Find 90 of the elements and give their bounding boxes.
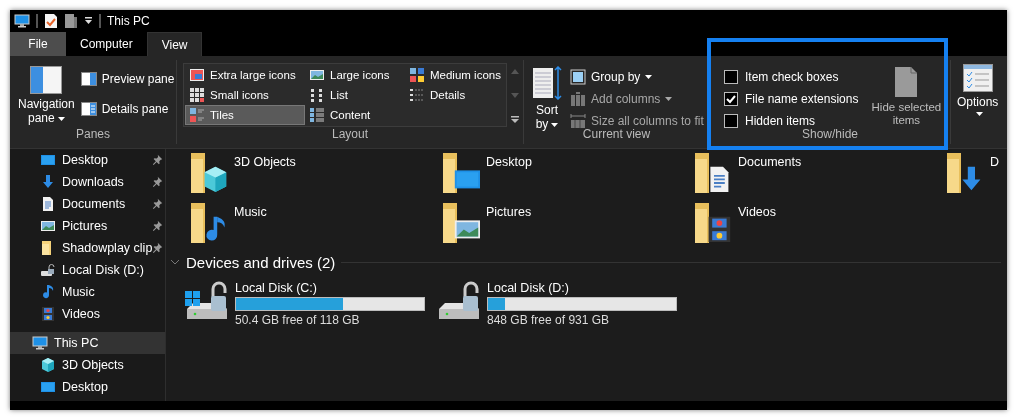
resize-columns-icon bbox=[570, 113, 586, 129]
nav-item[interactable]: Videos bbox=[10, 303, 165, 325]
layout-option[interactable]: Content bbox=[305, 105, 405, 125]
layout-icon bbox=[409, 87, 425, 103]
sort-icon bbox=[532, 66, 562, 100]
folder-name[interactable]: Desktop bbox=[486, 155, 532, 169]
dropdown-icon[interactable] bbox=[84, 16, 93, 26]
pin-icon[interactable] bbox=[151, 220, 163, 232]
picture-icon bbox=[40, 218, 56, 234]
layout-option[interactable]: Medium icons bbox=[405, 65, 505, 85]
checkbox-label: File name extensions bbox=[745, 92, 859, 106]
pin-icon[interactable] bbox=[151, 198, 163, 210]
columns-icon bbox=[570, 91, 586, 107]
group-label: Show/hide bbox=[800, 126, 859, 143]
drive-name[interactable]: Local Disk (C:) bbox=[235, 281, 425, 295]
nav-item[interactable]: Pictures bbox=[10, 215, 165, 237]
free-space: 50.4 GB free of 118 GB bbox=[235, 313, 361, 327]
layout-icon bbox=[309, 67, 325, 83]
caret-icon bbox=[551, 122, 559, 127]
nav-item[interactable]: Desktop bbox=[10, 149, 165, 171]
nav-item[interactable]: Documents bbox=[10, 193, 165, 215]
chevron-icon[interactable] bbox=[170, 259, 180, 265]
pin-icon[interactable] bbox=[151, 176, 163, 188]
layout-option[interactable]: Extra large icons bbox=[185, 65, 305, 85]
nav-item[interactable]: This PC bbox=[10, 332, 165, 354]
layout-icon bbox=[189, 67, 205, 83]
group-label: Current view bbox=[581, 126, 652, 143]
desktop-icon bbox=[40, 152, 56, 168]
folder-name[interactable]: 3D Objects bbox=[234, 155, 296, 169]
group-header[interactable]: Devices and drives (2) bbox=[186, 253, 336, 271]
ribbon-button[interactable]: Group by bbox=[570, 69, 704, 85]
folder-name[interactable]: Pictures bbox=[486, 205, 532, 219]
layout-icon bbox=[189, 87, 205, 103]
layout-icon bbox=[189, 107, 205, 123]
folder-name[interactable]: Videos bbox=[738, 205, 776, 219]
nav-item[interactable]: Desktop bbox=[10, 376, 165, 398]
details-pane-button[interactable]: Details pane bbox=[80, 102, 175, 116]
layout-option[interactable]: Large icons bbox=[305, 65, 405, 85]
window-title: This PC bbox=[107, 14, 150, 28]
options-button[interactable]: Options bbox=[955, 60, 1001, 116]
group-label: Panes bbox=[75, 126, 111, 143]
layout-icon bbox=[309, 87, 325, 103]
pin-icon[interactable] bbox=[151, 154, 163, 166]
caret-icon bbox=[57, 116, 65, 121]
layout-icon bbox=[409, 67, 425, 83]
monitor-icon[interactable] bbox=[14, 13, 30, 29]
preview-pane-button[interactable]: Preview pane bbox=[80, 72, 175, 86]
film-icon bbox=[40, 306, 56, 322]
layout-option[interactable]: List bbox=[305, 85, 405, 105]
cube-icon bbox=[40, 357, 56, 373]
caret-icon bbox=[975, 112, 983, 116]
checkbox[interactable] bbox=[724, 70, 738, 84]
page-icon bbox=[894, 66, 919, 98]
pane-layout-icon bbox=[30, 66, 63, 94]
group-label: Layout bbox=[331, 126, 369, 143]
checklist-icon[interactable] bbox=[44, 13, 58, 29]
layout-option[interactable]: Details bbox=[405, 85, 505, 105]
pin-icon[interactable] bbox=[151, 242, 163, 254]
checkbox-label: Item check boxes bbox=[745, 70, 839, 84]
sort-by-button[interactable]: Sort by bbox=[530, 62, 564, 131]
options-icon bbox=[962, 64, 993, 92]
more-icon[interactable] bbox=[511, 116, 519, 123]
down-arrow-icon bbox=[40, 174, 56, 190]
monitor-icon bbox=[32, 335, 48, 351]
folder-name[interactable]: Documents bbox=[738, 155, 802, 169]
checkbox-label: Hidden items bbox=[745, 114, 816, 128]
drive-name[interactable]: Local Disk (D:) bbox=[487, 281, 677, 295]
pane-icon bbox=[80, 72, 97, 86]
pane-icon bbox=[80, 102, 97, 116]
drive-icon bbox=[40, 262, 56, 278]
document-icon bbox=[40, 196, 56, 212]
nav-item[interactable]: Shadowplay clip bbox=[10, 237, 165, 259]
navigation-pane-button[interactable]: Navigation pane bbox=[16, 62, 77, 125]
ribbon-tab[interactable]: File bbox=[10, 32, 66, 56]
layout-option[interactable]: Tiles bbox=[185, 105, 305, 125]
desktop-icon bbox=[40, 379, 56, 395]
ribbon-tab[interactable]: View bbox=[146, 32, 203, 56]
layout-icon bbox=[309, 107, 325, 123]
free-space: 848 GB free of 931 GB bbox=[487, 313, 611, 327]
nav-item[interactable]: 3D Objects bbox=[10, 354, 165, 376]
checkbox[interactable] bbox=[724, 92, 738, 106]
nav-item[interactable]: Music bbox=[10, 281, 165, 303]
folder-name[interactable]: Music bbox=[234, 205, 267, 219]
folder-name[interactable]: D bbox=[990, 155, 1000, 169]
nav-item[interactable]: Local Disk (D:) bbox=[10, 259, 165, 281]
nav-item[interactable]: Downloads bbox=[10, 171, 165, 193]
music-note-icon bbox=[40, 284, 56, 300]
group-icon bbox=[570, 69, 586, 85]
checkbox[interactable] bbox=[724, 114, 738, 128]
layout-option[interactable]: Small icons bbox=[185, 85, 305, 105]
